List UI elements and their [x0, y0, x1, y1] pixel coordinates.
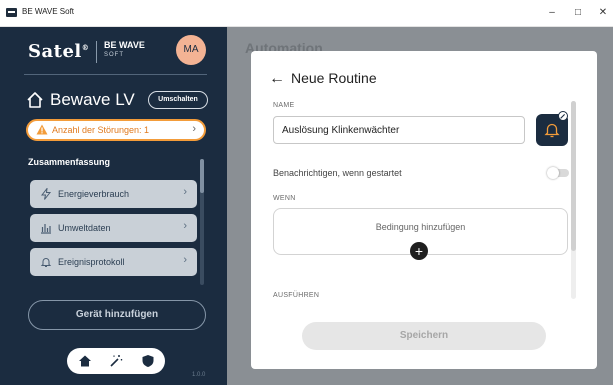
edit-pencil-icon[interactable] [558, 111, 568, 121]
chevron-right-icon: › [183, 220, 187, 232]
sidebar-item-label: Energieverbrauch [58, 189, 130, 199]
add-condition-text: Bedingung hinzufügen [375, 222, 466, 232]
when-label: WENN [273, 195, 296, 202]
version-label: 1.0.0 [192, 372, 206, 378]
fault-banner-text: Anzahl der Störungen: 1 [52, 125, 150, 135]
site-name: Bewave LV [50, 90, 135, 109]
sidebar-item-label: Ereignisprotokoll [58, 257, 125, 267]
satel-logo: Satel® [28, 41, 89, 62]
minimize-button[interactable]: – [545, 6, 559, 20]
bolt-icon [40, 188, 52, 200]
notify-on-start-label: Benachrichtigen, wenn gestartet [273, 168, 402, 178]
sidebar-item-label: Umweltdaten [58, 223, 111, 233]
window-title: BE WAVE Soft [22, 7, 75, 16]
sidebar: Satel® BE WAVE SOFT MA Bewave LV Umschal… [0, 27, 227, 385]
dialog-scrollbar[interactable] [571, 101, 576, 299]
bell-icon [40, 258, 52, 267]
warning-icon [36, 124, 48, 135]
bewave-logo: BE WAVE SOFT [104, 40, 145, 60]
home-icon [27, 92, 43, 108]
section-title: Zusammenfassung [28, 157, 111, 167]
chevron-right-icon: › [183, 186, 187, 198]
logo-divider [96, 41, 97, 63]
back-arrow-icon[interactable]: ← [269, 71, 285, 87]
dialog-title: Neue Routine [291, 70, 377, 86]
name-label: NAME [273, 102, 295, 109]
app-window: BE WAVE Soft – □ ✕ Satel® BE WAVE SOFT M… [0, 0, 613, 385]
notify-on-start-toggle[interactable] [547, 167, 569, 179]
bottom-nav [67, 348, 165, 374]
toggle-knob [547, 167, 559, 179]
fault-banner[interactable]: Anzahl der Störungen: 1 › [26, 119, 206, 141]
execute-label: AUSFÜHREN [273, 292, 320, 299]
routine-name-input[interactable]: Auslösung Klinkenwächter [273, 116, 525, 144]
shield-icon[interactable] [141, 354, 155, 368]
magic-wand-icon[interactable] [109, 354, 123, 368]
logo-brand: Satel [28, 41, 82, 62]
title-bar: BE WAVE Soft – □ ✕ [0, 0, 613, 27]
app-logo-icon [6, 8, 17, 17]
maximize-button[interactable]: □ [571, 6, 585, 20]
sidebar-item-event-log[interactable]: Ereignisprotokoll › [30, 248, 197, 276]
new-routine-dialog: ← Neue Routine NAME Auslösung Klinkenwäc… [251, 51, 597, 369]
sidebar-item-environment[interactable]: Umweltdaten › [30, 214, 197, 242]
chart-icon [41, 224, 51, 234]
logo-mark: ® [81, 43, 90, 52]
save-button[interactable]: Speichern [302, 322, 546, 350]
close-button[interactable]: ✕ [596, 6, 610, 20]
switch-site-button[interactable]: Umschalten [148, 91, 208, 109]
chevron-right-icon: › [192, 123, 196, 135]
sidebar-item-energy[interactable]: Energieverbrauch › [30, 180, 197, 208]
add-condition-plus-icon[interactable]: + [410, 242, 428, 260]
avatar[interactable]: MA [176, 35, 206, 65]
chevron-right-icon: › [183, 254, 187, 266]
logo-product-sub: SOFT [104, 52, 124, 58]
add-device-button[interactable]: Gerät hinzufügen [28, 300, 206, 330]
logo-product: BE WAVE [104, 40, 145, 50]
sidebar-divider [24, 74, 207, 75]
sidebar-scrollbar[interactable] [200, 159, 204, 285]
home-icon[interactable] [78, 354, 92, 368]
